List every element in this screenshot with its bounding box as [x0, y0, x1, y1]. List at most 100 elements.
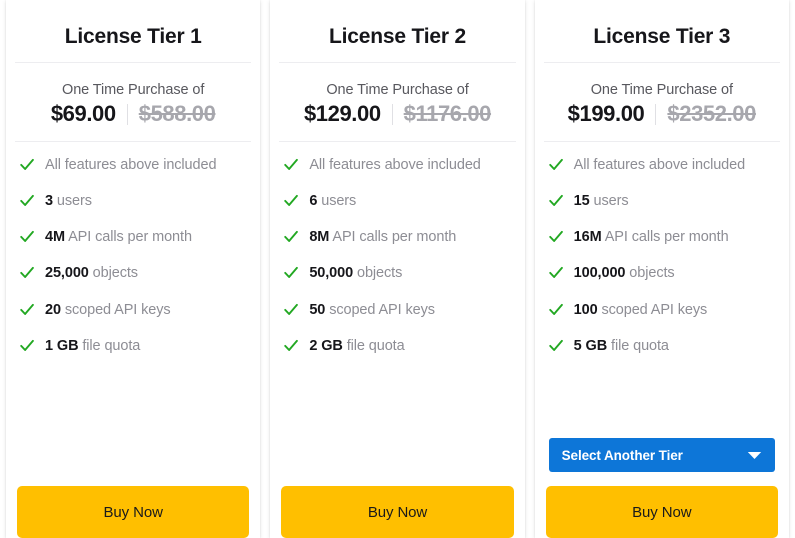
feature-item: 4M API calls per month	[20, 228, 246, 247]
check-icon	[284, 339, 299, 351]
feature-emphasis: 5 GB	[573, 337, 608, 354]
price-current: $69.00	[50, 101, 116, 126]
check-icon	[548, 339, 563, 351]
feature-detail: users	[317, 193, 357, 210]
feature-text: All features above included	[574, 156, 746, 175]
feature-text: All features above included	[309, 156, 481, 175]
feature-detail: objects	[353, 265, 403, 282]
feature-text: 16M API calls per month	[574, 228, 729, 247]
buy-now-button[interactable]: Buy Now	[17, 486, 250, 538]
chevron-down-icon	[747, 451, 762, 459]
price-original: $1176.00	[403, 101, 492, 126]
select-another-tier-dropdown[interactable]: Select Another Tier	[548, 438, 775, 472]
feature-detail: API calls per month	[601, 229, 729, 246]
feature-emphasis: 8M	[309, 229, 330, 246]
feature-emphasis: 25,000	[45, 265, 89, 282]
feature-item: 16M API calls per month	[548, 228, 775, 247]
feature-detail: users	[52, 193, 92, 210]
check-icon	[20, 339, 34, 351]
feature-emphasis: 4M	[45, 229, 65, 246]
tier-title: License Tier 1	[64, 25, 202, 48]
feature-text: 100,000 objects	[574, 264, 675, 283]
check-icon	[20, 231, 34, 243]
check-icon	[548, 267, 563, 279]
price-block: One Time Purchase of $199.00 $2352.00	[535, 63, 789, 141]
feature-emphasis: 15	[573, 193, 590, 210]
feature-emphasis: 50	[309, 301, 326, 318]
feature-emphasis: 50,000	[309, 265, 354, 282]
feature-item: 5 GB file quota	[548, 337, 775, 356]
price-block: One Time Purchase of $129.00 $1176.00	[270, 63, 524, 141]
feature-list: All features above included 3 users 4M API…	[6, 142, 260, 472]
price-separator	[126, 103, 128, 125]
price-separator	[391, 103, 393, 125]
card-footer: Buy Now	[270, 472, 524, 538]
price-current: $199.00	[567, 101, 645, 126]
feature-emphasis: 20	[45, 301, 61, 318]
feature-text: 2 GB file quota	[309, 337, 404, 356]
price-separator	[655, 103, 657, 125]
check-icon	[20, 303, 34, 315]
feature-text: 1 GB file quota	[45, 337, 140, 356]
feature-text: 100 scoped API keys	[574, 301, 708, 320]
feature-detail: file quota	[78, 337, 141, 354]
select-another-tier-label: Select Another Tier	[561, 447, 683, 463]
buy-now-button[interactable]: Buy Now	[281, 486, 514, 538]
feature-detail: scoped API keys	[325, 301, 435, 318]
feature-detail: file quota	[607, 337, 669, 354]
feature-text: 15 users	[574, 192, 629, 211]
price-block: One Time Purchase of $69.00 $588.00	[6, 63, 260, 141]
feature-emphasis: 100,000	[573, 265, 626, 282]
feature-detail: objects	[625, 265, 675, 282]
feature-emphasis: 2 GB	[309, 337, 343, 354]
feature-list: All features above included 6 users 8M API…	[270, 142, 524, 472]
price-lead-text: One Time Purchase of	[62, 82, 205, 98]
feature-detail: users	[589, 193, 629, 210]
check-icon	[284, 303, 299, 315]
check-icon	[548, 158, 563, 170]
feature-item: 15 users	[548, 192, 775, 211]
feature-detail: API calls per month	[329, 229, 457, 246]
buy-now-button[interactable]: Buy Now	[545, 486, 778, 538]
check-icon	[20, 195, 34, 207]
feature-text: 6 users	[309, 192, 356, 211]
feature-detail: scoped API keys	[597, 301, 708, 318]
feature-detail: API calls per month	[64, 229, 192, 246]
price-current: $129.00	[303, 101, 381, 126]
feature-item: 6 users	[284, 192, 510, 211]
feature-item: All features above included	[20, 156, 246, 175]
check-icon	[284, 158, 299, 170]
feature-emphasis: 100	[573, 301, 598, 318]
check-icon	[548, 303, 563, 315]
price-row: $129.00 $1176.00	[276, 101, 518, 127]
feature-text: 4M API calls per month	[45, 228, 192, 247]
check-icon	[284, 195, 299, 207]
feature-text: 50,000 objects	[309, 264, 402, 283]
check-icon	[548, 231, 563, 243]
check-icon	[284, 231, 299, 243]
check-icon	[20, 267, 34, 279]
feature-item: All features above included	[284, 156, 510, 175]
feature-text: 50 scoped API keys	[309, 301, 435, 320]
feature-item: 50,000 objects	[284, 264, 510, 283]
price-row: $69.00 $588.00	[12, 101, 254, 127]
feature-emphasis: 1 GB	[45, 337, 79, 354]
feature-item: 100 scoped API keys	[548, 301, 775, 320]
feature-item: 3 users	[20, 192, 246, 211]
feature-text: 20 scoped API keys	[45, 301, 171, 320]
price-original: $2352.00	[667, 101, 756, 126]
check-icon	[548, 195, 563, 207]
price-row: $199.00 $2352.00	[541, 101, 783, 127]
price-lead-text: One Time Purchase of	[326, 82, 469, 98]
price-original: $588.00	[138, 101, 216, 126]
feature-text: 5 GB file quota	[574, 337, 669, 356]
feature-detail: All features above included	[45, 157, 217, 173]
feature-item: 1 GB file quota	[20, 337, 246, 356]
feature-emphasis: 3	[45, 193, 53, 210]
tier-card: License Tier 2 One Time Purchase of $129.0…	[270, 0, 525, 538]
feature-text: 3 users	[45, 192, 92, 211]
card-footer: Buy Now	[6, 472, 260, 538]
feature-item: 50 scoped API keys	[284, 301, 510, 320]
feature-item: 2 GB file quota	[284, 337, 510, 356]
feature-item: All features above included	[548, 156, 775, 175]
